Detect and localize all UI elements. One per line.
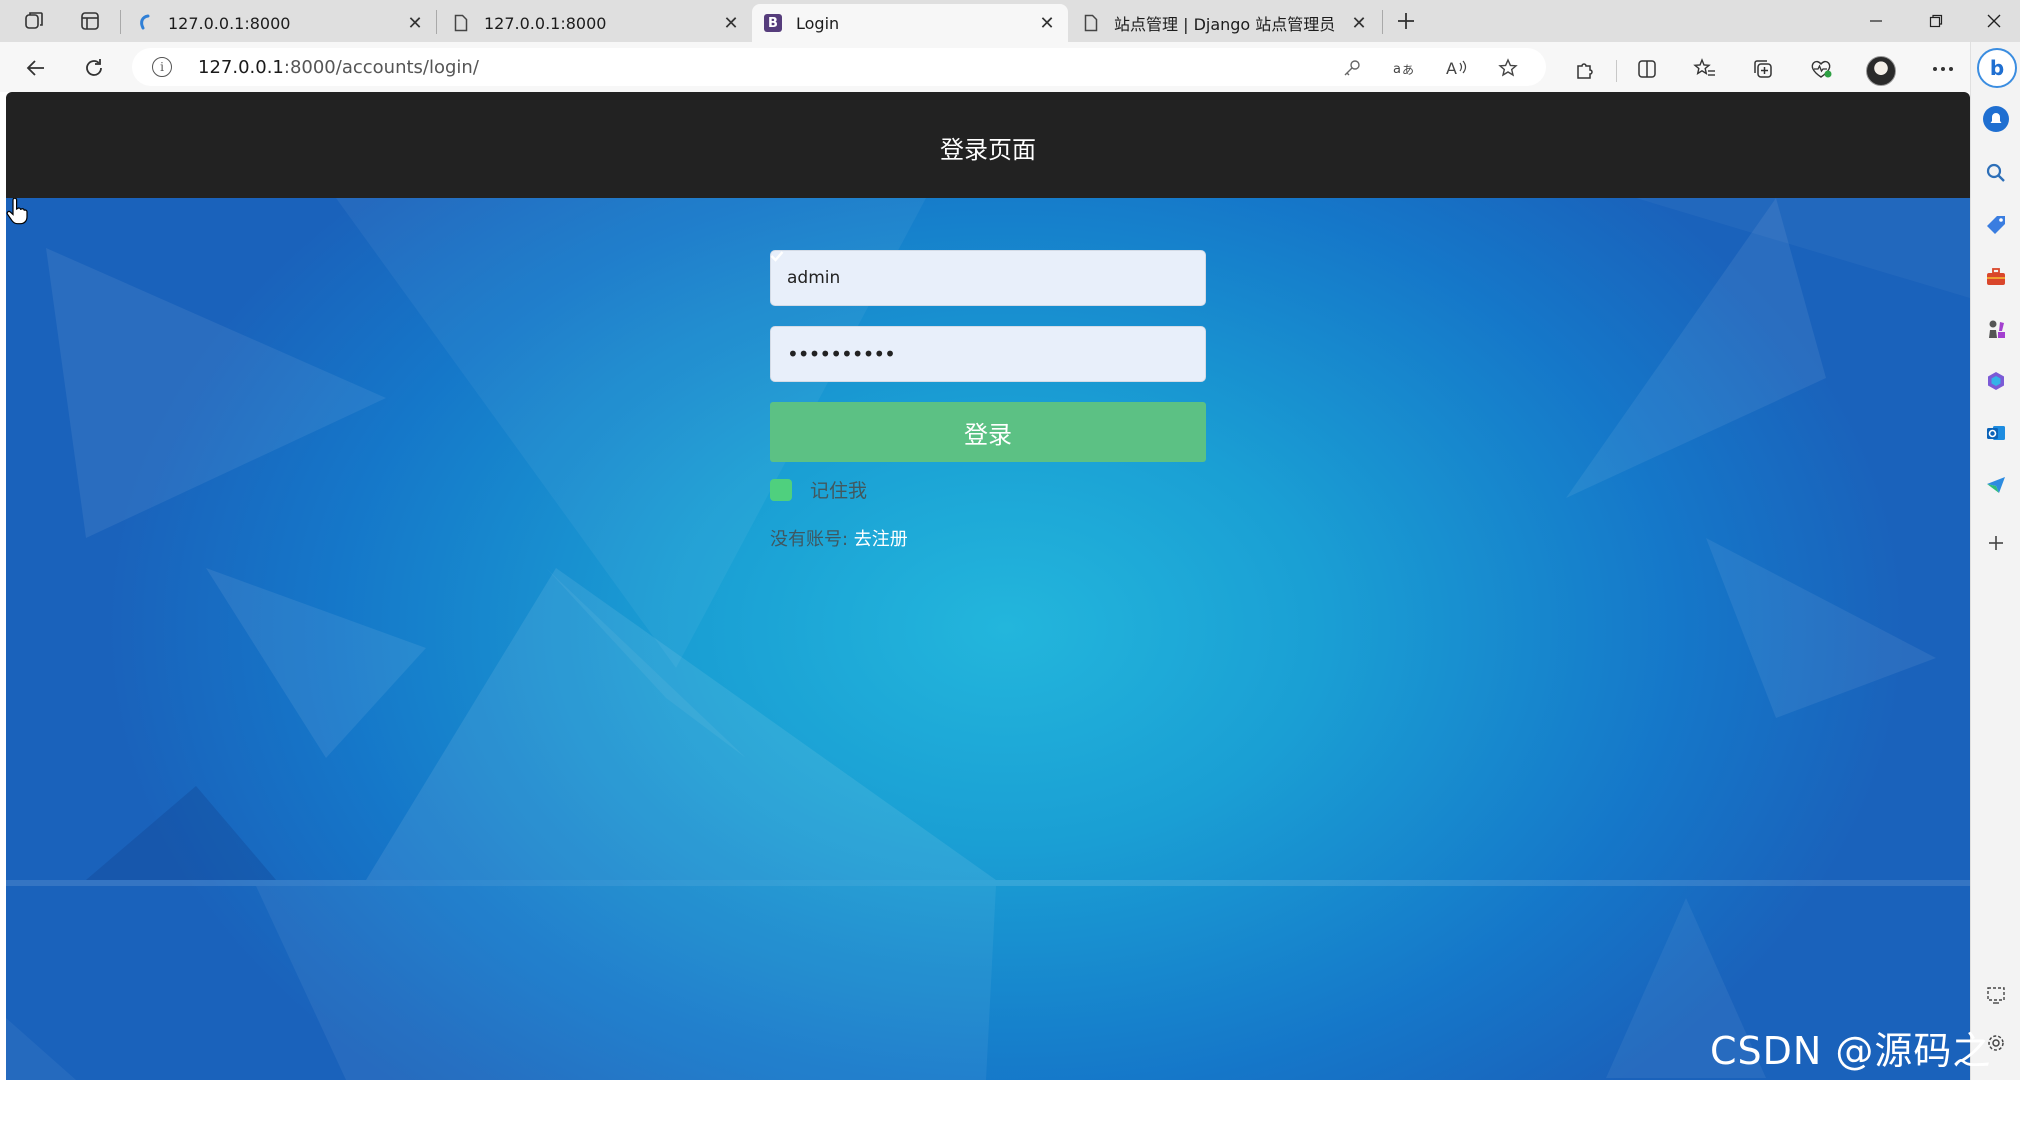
notification-bell-icon[interactable] <box>1983 106 2009 132</box>
add-sidebar-icon[interactable] <box>1983 530 2009 556</box>
address-bar[interactable]: i 127.0.0.1:8000/accounts/login/ aあ A <box>132 48 1546 86</box>
close-tab-icon[interactable]: ✕ <box>1038 13 1056 34</box>
tab-2[interactable]: 127.0.0.1:8000 ✕ <box>440 4 752 42</box>
restore-icon[interactable] <box>1910 4 1962 38</box>
games-chess-icon[interactable] <box>1983 316 2009 342</box>
back-icon[interactable] <box>20 52 52 84</box>
close-tab-icon[interactable]: ✕ <box>1350 13 1368 34</box>
tab-actions-icon[interactable] <box>76 8 104 34</box>
signup-link[interactable]: 去注册 <box>854 529 908 550</box>
close-tab-icon[interactable]: ✕ <box>406 13 424 34</box>
svg-text:a: a <box>1393 62 1401 77</box>
page-icon <box>452 14 470 32</box>
svg-text:A: A <box>1446 59 1457 77</box>
django-swirl-icon <box>136 14 154 32</box>
search-icon[interactable] <box>1983 160 2009 186</box>
tab-strip: 127.0.0.1:8000 ✕ 127.0.0.1:8000 ✕ B Logi… <box>0 0 2020 42</box>
close-window-icon[interactable] <box>1968 4 2020 38</box>
login-form: admin •••••••••• 登录 记住我 没有账号: 去注册 <box>770 250 1206 551</box>
collections-icon[interactable] <box>1750 56 1776 82</box>
login-button[interactable]: 登录 <box>770 402 1206 462</box>
url-host: 127.0.0.1 <box>198 57 284 78</box>
navbar: 登录页面 <box>6 92 1970 198</box>
translate-icon[interactable]: aあ <box>1392 56 1416 80</box>
more-options-icon[interactable] <box>1930 56 1956 82</box>
minimize-icon[interactable] <box>1850 4 1902 38</box>
address-toolbar: i 127.0.0.1:8000/accounts/login/ aあ A <box>0 42 2020 92</box>
username-input[interactable]: admin <box>770 250 1206 306</box>
browser-essentials-icon[interactable] <box>1808 56 1834 82</box>
remember-label: 记住我 <box>810 480 868 502</box>
tab-title: 127.0.0.1:8000 <box>168 13 291 33</box>
new-tab-icon[interactable] <box>1392 8 1420 34</box>
bootstrap-icon: B <box>764 14 782 32</box>
screenshot-icon[interactable] <box>1983 982 2009 1008</box>
remember-me-row: 记住我 <box>770 251 1206 503</box>
page-title: 登录页面 <box>940 136 1036 164</box>
site-info-icon[interactable]: i <box>152 57 172 77</box>
tab-4[interactable]: 站点管理 | Django 站点管理员 ✕ <box>1070 4 1380 42</box>
url-path: :8000/accounts/login/ <box>283 57 479 78</box>
url-text: 127.0.0.1:8000/accounts/login/ <box>198 57 479 78</box>
microsoft-365-icon[interactable] <box>1983 368 2009 394</box>
tab-3-active[interactable]: B Login ✕ <box>752 4 1068 42</box>
favorite-star-icon[interactable] <box>1496 56 1520 80</box>
remember-checkbox[interactable] <box>770 251 792 501</box>
login-background: admin •••••••••• 登录 记住我 没有账号: 去注册 <box>6 198 1970 1080</box>
tab-title: Login <box>796 13 840 33</box>
signup-prompt: 没有账号: <box>770 529 854 550</box>
svg-text:あ: あ <box>1402 63 1414 77</box>
favorites-icon[interactable] <box>1692 56 1718 82</box>
workspaces-icon[interactable] <box>20 8 48 34</box>
close-tab-icon[interactable]: ✕ <box>722 13 740 34</box>
extensions-icon[interactable] <box>1572 56 1598 82</box>
shopping-tag-icon[interactable] <box>1983 212 2009 238</box>
send-plane-icon[interactable] <box>1983 472 2009 498</box>
read-aloud-icon[interactable]: A <box>1444 56 1468 80</box>
tab-1[interactable]: 127.0.0.1:8000 ✕ <box>124 4 436 42</box>
profile-avatar[interactable] <box>1866 56 1896 86</box>
hand-cursor-icon <box>6 198 28 225</box>
bing-chat-icon[interactable]: b <box>1977 48 2017 88</box>
bootstrap-letter: B <box>768 15 778 31</box>
page-viewport: 登录页面 admin •••••••••• 登录 记住我 没有账号: 去注册 <box>6 92 1970 1080</box>
password-key-icon[interactable] <box>1340 56 1364 80</box>
tab-title: 站点管理 | Django 站点管理员 <box>1114 15 1336 34</box>
split-screen-icon[interactable] <box>1634 56 1660 82</box>
refresh-icon[interactable] <box>78 52 110 84</box>
signup-row: 没有账号: 去注册 <box>770 525 1206 551</box>
edge-sidebar: b <box>1970 42 2020 1080</box>
tab-title: 127.0.0.1:8000 <box>484 13 607 33</box>
tools-briefcase-icon[interactable] <box>1983 264 2009 290</box>
page-icon <box>1082 14 1100 32</box>
watermark-text: CSDN @源码之家 <box>1710 1029 1992 1128</box>
password-input[interactable]: •••••••••• <box>770 326 1206 382</box>
outlook-icon[interactable] <box>1983 420 2009 446</box>
